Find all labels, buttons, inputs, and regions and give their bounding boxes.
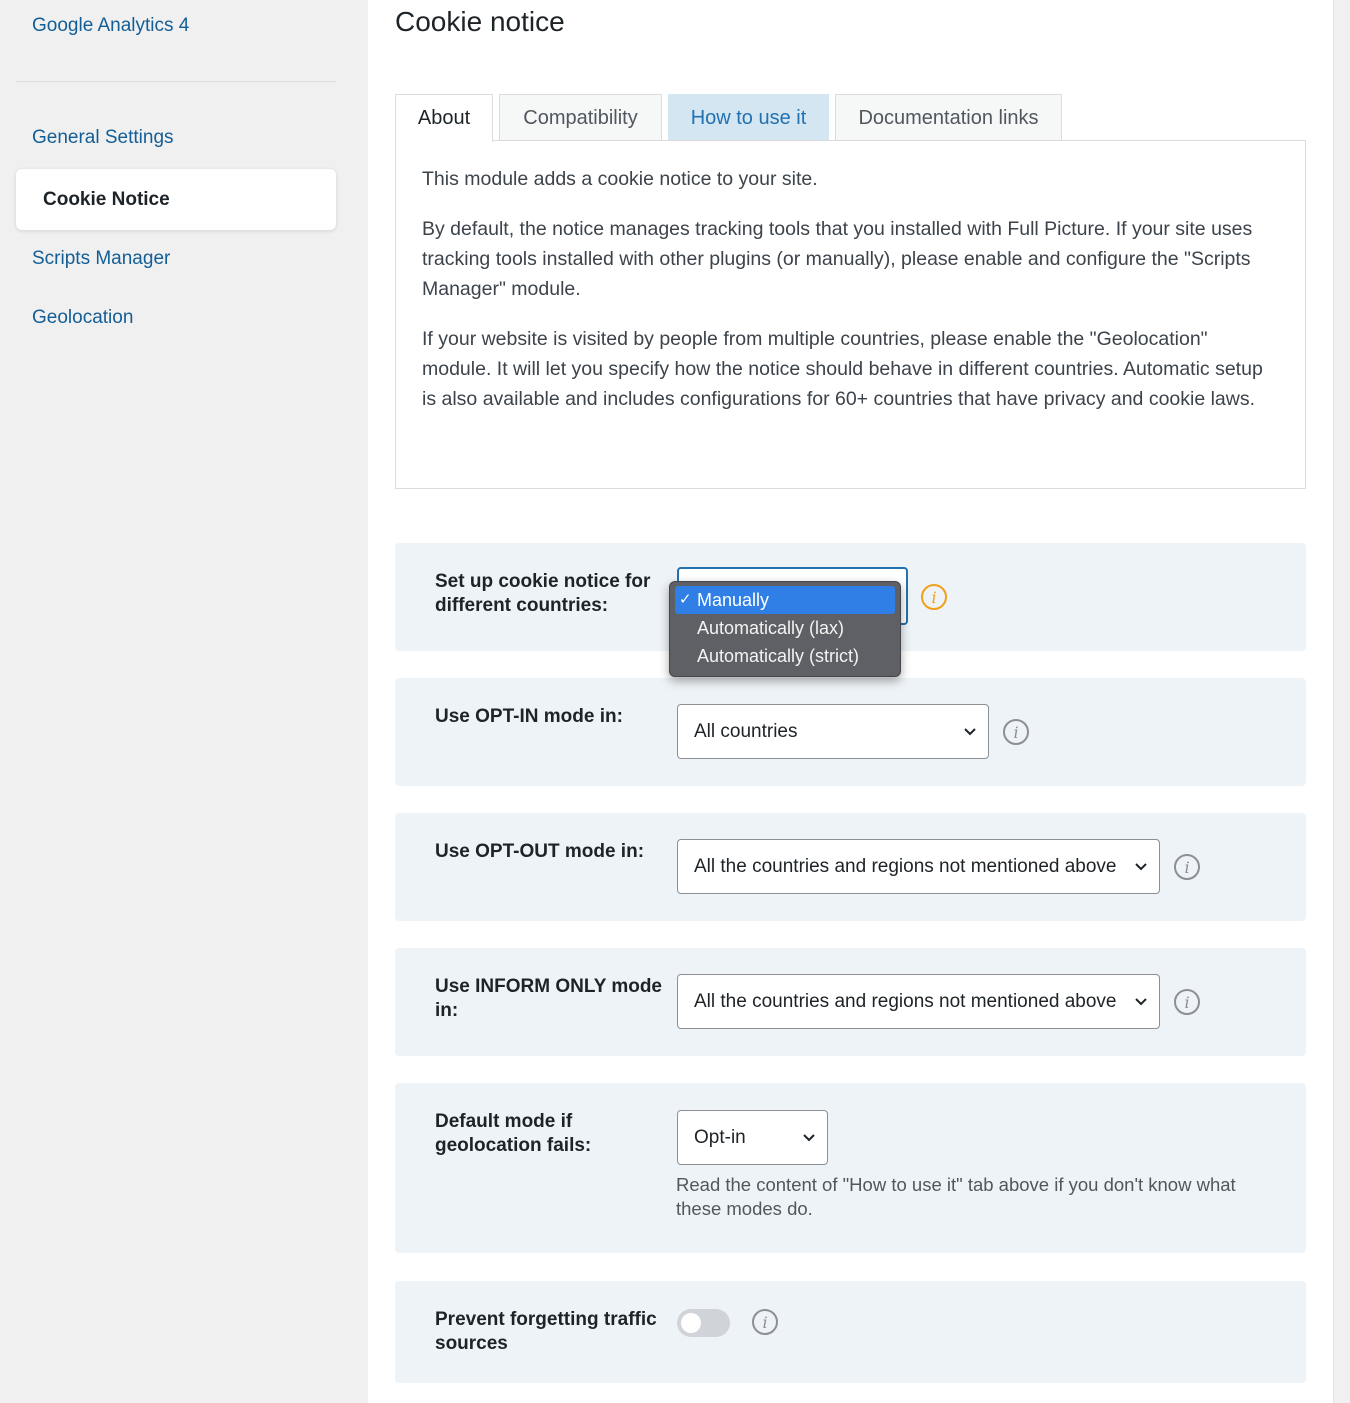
dropdown-option-auto-strict[interactable]: Automatically (strict) [675,642,895,670]
sidebar: Google Analytics 4 General Settings Cook… [0,0,368,1403]
sidebar-item-geolocation[interactable]: Geolocation [32,307,133,329]
tab-about[interactable]: About [395,94,493,142]
opt-out-select[interactable]: All the countries and regions not mentio… [677,839,1160,894]
opt-in-label: Use OPT-IN mode in: [435,706,623,727]
about-tab-panel: This module adds a cookie notice to your… [395,140,1306,489]
tab-documentation-links[interactable]: Documentation links [835,94,1062,141]
about-paragraph-2: By default, the notice manages tracking … [422,218,1253,300]
dropdown-option-label: Manually [697,590,770,610]
inform-only-select[interactable]: All the countries and regions not mentio… [677,974,1160,1029]
chevron-down-icon [964,728,976,736]
info-icon[interactable]: i [1173,988,1201,1016]
default-mode-select-value: Opt-in [694,1127,746,1148]
default-mode-label: Default mode if geolocation fails: [435,1111,592,1156]
setting-row-prevent-forgetting: Prevent forgetting traffic sources i [395,1281,1306,1383]
about-paragraph-1: This module adds a cookie notice to your… [422,168,818,190]
checkmark-icon: ✓ [679,591,692,608]
info-icon[interactable]: i [1002,718,1030,746]
chevron-down-icon [803,1134,815,1142]
chevron-down-icon [1135,863,1147,871]
sidebar-item-scripts-manager[interactable]: Scripts Manager [32,248,170,270]
svg-text:i: i [931,588,936,607]
inform-only-label: Use INFORM ONLY mode in: [435,976,662,1021]
setup-label: Set up cookie notice for different count… [435,571,651,616]
about-paragraph-3: If your website is visited by people fro… [422,328,1263,410]
opt-out-select-value: All the countries and regions not mentio… [694,856,1117,877]
svg-text:i: i [762,1313,767,1332]
sidebar-item-general-settings[interactable]: General Settings [32,127,174,149]
opt-in-select[interactable]: All countries [677,704,989,759]
default-mode-help-text: Read the content of "How to use it" tab … [676,1174,1236,1219]
dropdown-option-auto-lax[interactable]: Automatically (lax) [675,614,895,642]
dropdown-option-manually[interactable]: ✓ Manually [675,586,895,614]
sidebar-divider [16,81,336,82]
setting-row-opt-in: Use OPT-IN mode in: All countries i [395,678,1306,786]
svg-text:i: i [1184,993,1189,1012]
info-warning-icon[interactable]: i [920,583,948,611]
setting-row-opt-out: Use OPT-OUT mode in: All the countries a… [395,813,1306,921]
info-icon[interactable]: i [1173,853,1201,881]
window-right-edge [1333,0,1350,1403]
prevent-forgetting-toggle[interactable] [677,1309,730,1337]
main-panel: Cookie notice About Compatibility How to… [368,0,1333,1403]
svg-text:i: i [1013,723,1018,742]
setup-dropdown-menu: ✓ Manually Automatically (lax) Automatic… [669,581,901,677]
sidebar-item-google-analytics-4[interactable]: Google Analytics 4 [32,15,189,37]
info-icon[interactable]: i [751,1308,779,1336]
tab-compatibility[interactable]: Compatibility [499,94,662,141]
page-title: Cookie notice [395,6,565,37]
svg-text:i: i [1184,858,1189,877]
setting-row-inform-only: Use INFORM ONLY mode in: All the countri… [395,948,1306,1056]
opt-out-label: Use OPT-OUT mode in: [435,841,645,862]
default-mode-select[interactable]: Opt-in [677,1110,828,1165]
sidebar-item-cookie-notice[interactable]: Cookie Notice [16,169,336,230]
setting-row-default-mode: Default mode if geolocation fails: Opt-i… [395,1083,1306,1253]
tab-how-to-use-it[interactable]: How to use it [668,94,829,141]
toggle-knob [681,1313,701,1333]
opt-in-select-value: All countries [694,721,798,742]
inform-only-select-value: All the countries and regions not mentio… [694,991,1117,1012]
prevent-forgetting-label: Prevent forgetting traffic sources [435,1309,657,1354]
chevron-down-icon [1135,998,1147,1006]
